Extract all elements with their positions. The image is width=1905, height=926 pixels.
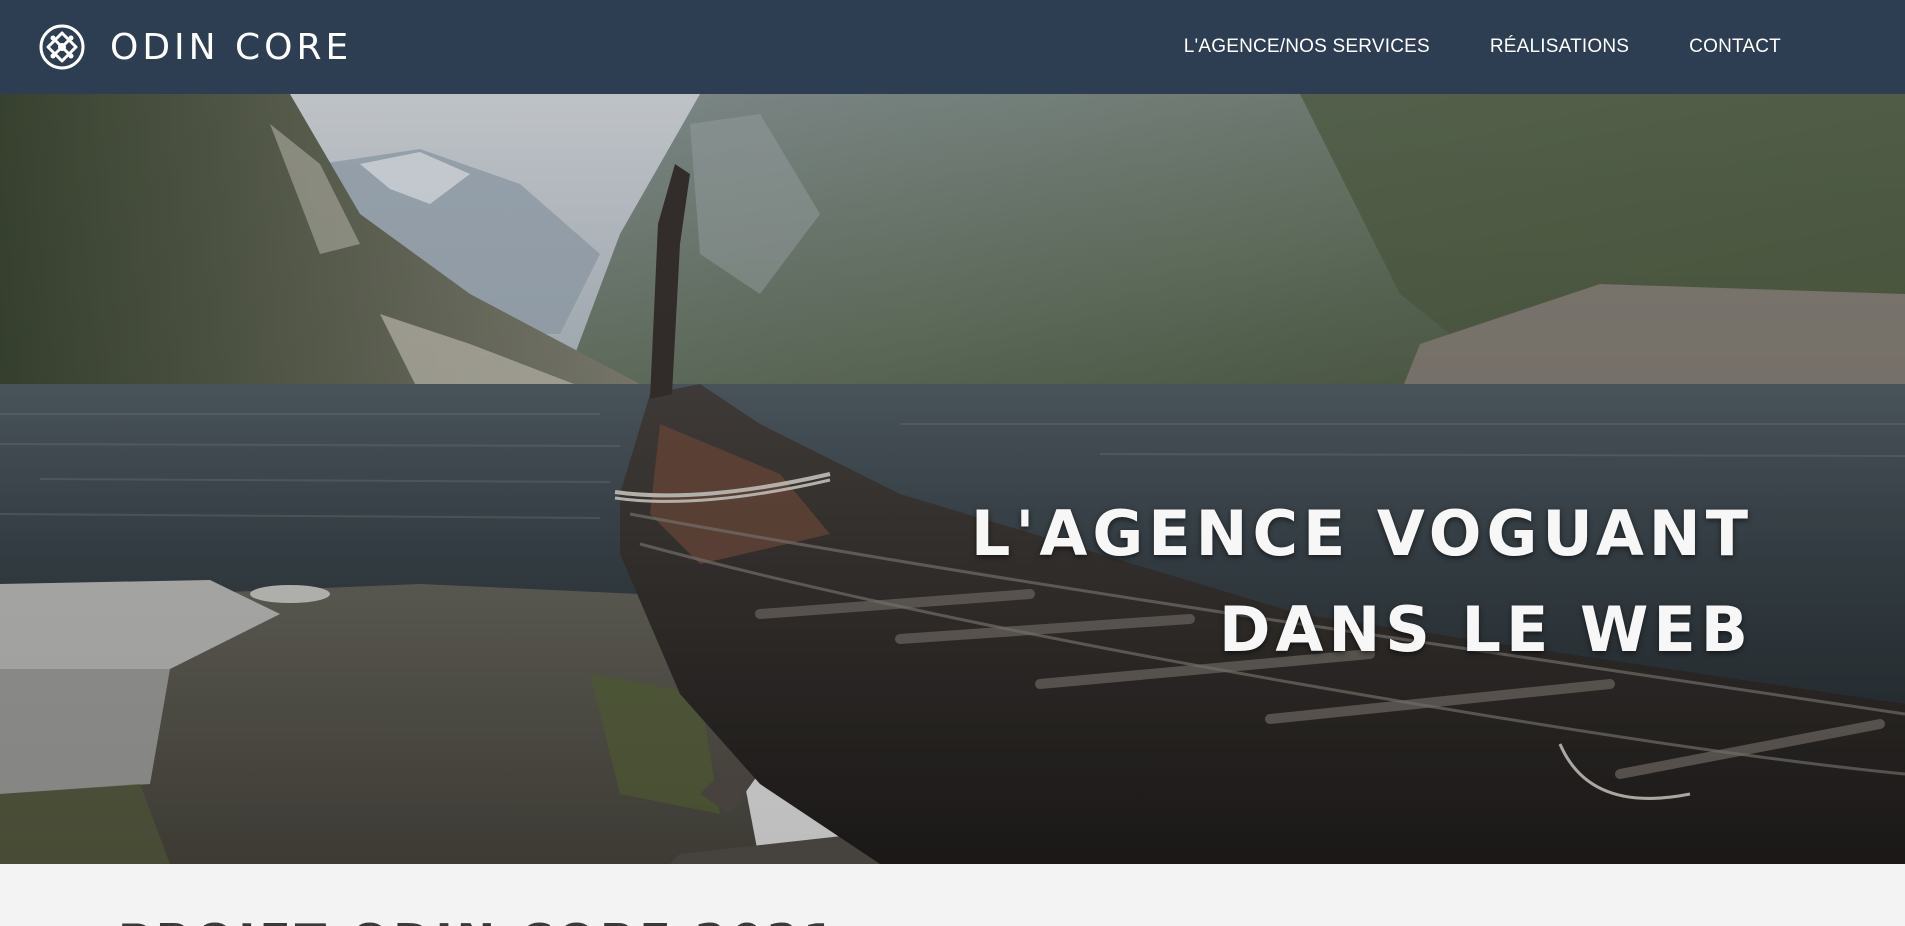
- brand-name: ODIN CORE: [110, 26, 353, 68]
- hero-headline: L'AGENCE VOGUANT DANS LE WEB: [971, 486, 1753, 678]
- main-nav: L'AGENCE/NOS SERVICES RÉALISATIONS CONTA…: [1124, 0, 1781, 94]
- site-header: ODIN CORE L'AGENCE/NOS SERVICES RÉALISAT…: [0, 0, 1905, 94]
- hero-headline-line2: DANS LE WEB: [1218, 593, 1753, 666]
- brand-logo[interactable]: ODIN CORE: [38, 23, 352, 71]
- knot-emblem-icon: [39, 24, 85, 70]
- projects-section: PROJET ODIN CORE 2021: [0, 864, 1905, 926]
- page: ODIN CORE L'AGENCE/NOS SERVICES RÉALISAT…: [0, 0, 1905, 926]
- hero-headline-line1: L'AGENCE VOGUANT: [970, 497, 1753, 570]
- viking-boat-fjord-photo: [0, 94, 1905, 864]
- nav-link-contact[interactable]: CONTACT: [1689, 36, 1781, 58]
- nav-link-realisations[interactable]: RÉALISATIONS: [1490, 36, 1629, 58]
- section-title: PROJET ODIN CORE 2021: [118, 914, 839, 926]
- nav-link-agence[interactable]: L'AGENCE/NOS SERVICES: [1184, 36, 1430, 58]
- hero-banner: L'AGENCE VOGUANT DANS LE WEB: [0, 94, 1905, 864]
